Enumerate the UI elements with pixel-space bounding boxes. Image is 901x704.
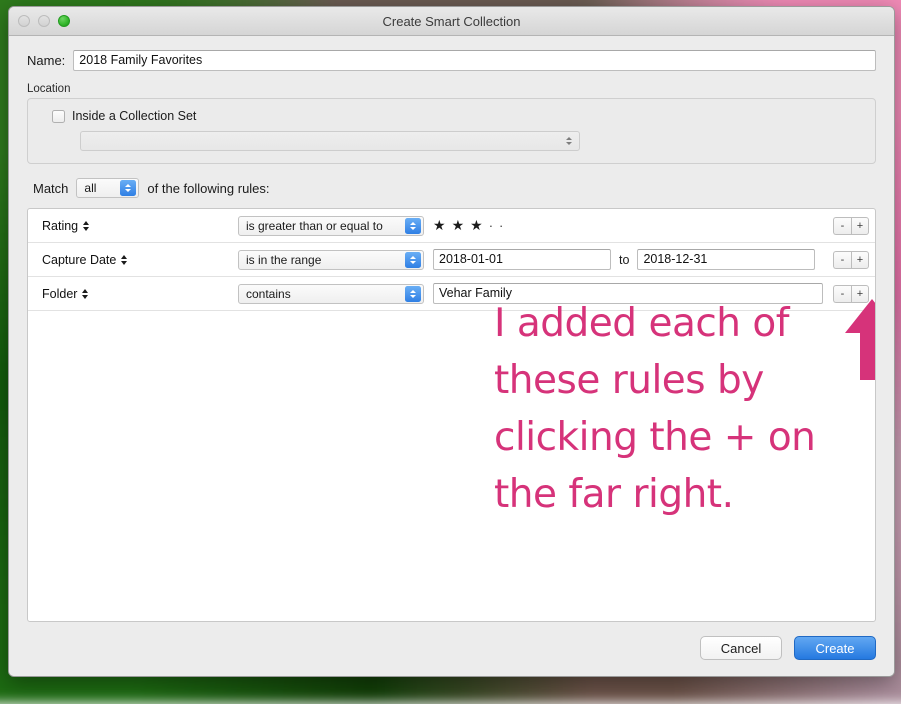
rules-list: Rating is greater than or equal to ★ ★ ★… bbox=[27, 208, 876, 622]
name-row: Name: 2018 Family Favorites bbox=[27, 50, 876, 71]
match-prefix-label: Match bbox=[33, 181, 68, 196]
date-to-input[interactable]: 2018-12-31 bbox=[637, 249, 815, 270]
table-row: Rating is greater than or equal to ★ ★ ★… bbox=[28, 209, 875, 243]
zoom-button-icon[interactable] bbox=[58, 15, 70, 27]
date-from-input[interactable]: 2018-01-01 bbox=[433, 249, 611, 270]
rule-value-area: 2018-01-01 to 2018-12-31 bbox=[433, 249, 823, 270]
dialog-content: Name: 2018 Family Favorites Location Ins… bbox=[9, 36, 894, 676]
name-label: Name: bbox=[27, 53, 65, 68]
rule-operator-dropdown[interactable]: contains bbox=[238, 284, 424, 304]
star-empty-icon-5[interactable]: · bbox=[499, 218, 503, 233]
rule-operator-dropdown[interactable]: is in the range bbox=[238, 250, 424, 270]
create-button[interactable]: Create bbox=[794, 636, 876, 660]
rule-operator-dropdown[interactable]: is greater than or equal to bbox=[238, 216, 424, 236]
location-box: Inside a Collection Set bbox=[27, 98, 876, 164]
rule-row-buttons: - + bbox=[833, 217, 869, 235]
match-suffix-label: of the following rules: bbox=[147, 181, 269, 196]
rule-field-selector[interactable]: Capture Date bbox=[42, 253, 238, 267]
cancel-button[interactable]: Cancel bbox=[700, 636, 782, 660]
inside-collection-set-label: Inside a Collection Set bbox=[72, 109, 196, 123]
star-icon-1[interactable]: ★ bbox=[433, 217, 446, 234]
inside-collection-set-row[interactable]: Inside a Collection Set bbox=[40, 109, 863, 123]
chevron-updown-icon bbox=[405, 252, 421, 268]
rule-operator-value: contains bbox=[246, 287, 291, 301]
traffic-light-group bbox=[9, 15, 70, 27]
rule-field-label: Folder bbox=[42, 287, 77, 301]
match-row: Match all of the following rules: bbox=[27, 178, 876, 198]
window-title: Create Smart Collection bbox=[9, 14, 894, 29]
add-rule-button[interactable]: + bbox=[851, 251, 869, 269]
rule-value-area: ★ ★ ★ · · bbox=[433, 217, 823, 234]
chevron-updown-icon bbox=[83, 221, 89, 231]
dialog-footer: Cancel Create bbox=[27, 636, 876, 676]
chevron-updown-icon bbox=[561, 133, 576, 149]
rule-field-selector[interactable]: Rating bbox=[42, 219, 238, 233]
table-row: Capture Date is in the range 2018-01-01 … bbox=[28, 243, 875, 277]
annotation-text: I added each of these rules by clicking … bbox=[494, 295, 846, 523]
annotation-arrow-up-icon bbox=[843, 297, 876, 382]
star-icon-3[interactable]: ★ bbox=[470, 217, 483, 234]
rule-row-buttons: - + bbox=[833, 251, 869, 269]
rating-stars-control[interactable]: ★ ★ ★ · · bbox=[433, 217, 503, 234]
rule-field-label: Rating bbox=[42, 219, 78, 233]
chevron-updown-icon bbox=[405, 286, 421, 302]
rule-field-label: Capture Date bbox=[42, 253, 116, 267]
location-legend: Location bbox=[27, 83, 876, 98]
create-smart-collection-window: Create Smart Collection Name: 2018 Famil… bbox=[8, 6, 895, 677]
rule-operator-value: is greater than or equal to bbox=[246, 219, 383, 233]
chevron-updown-icon bbox=[405, 218, 421, 234]
chevron-updown-icon bbox=[121, 255, 127, 265]
star-icon-2[interactable]: ★ bbox=[452, 217, 465, 234]
add-rule-button[interactable]: + bbox=[851, 217, 869, 235]
collection-set-dropdown[interactable] bbox=[80, 131, 580, 151]
remove-rule-button[interactable]: - bbox=[833, 217, 851, 235]
chevron-updown-icon bbox=[82, 289, 88, 299]
minimize-button-icon[interactable] bbox=[38, 15, 50, 27]
location-group: Location Inside a Collection Set bbox=[27, 83, 876, 164]
star-empty-icon-4[interactable]: · bbox=[489, 218, 493, 233]
match-mode-dropdown[interactable]: all bbox=[76, 178, 139, 198]
chevron-updown-icon bbox=[120, 180, 136, 196]
rule-field-selector[interactable]: Folder bbox=[42, 287, 238, 301]
name-input[interactable]: 2018 Family Favorites bbox=[73, 50, 876, 71]
window-titlebar[interactable]: Create Smart Collection bbox=[9, 7, 894, 36]
close-button-icon[interactable] bbox=[18, 15, 30, 27]
inside-collection-set-checkbox[interactable] bbox=[52, 110, 65, 123]
match-mode-value: all bbox=[84, 181, 96, 195]
remove-rule-button[interactable]: - bbox=[833, 251, 851, 269]
rule-operator-value: is in the range bbox=[246, 253, 321, 267]
range-separator-label: to bbox=[618, 253, 630, 267]
